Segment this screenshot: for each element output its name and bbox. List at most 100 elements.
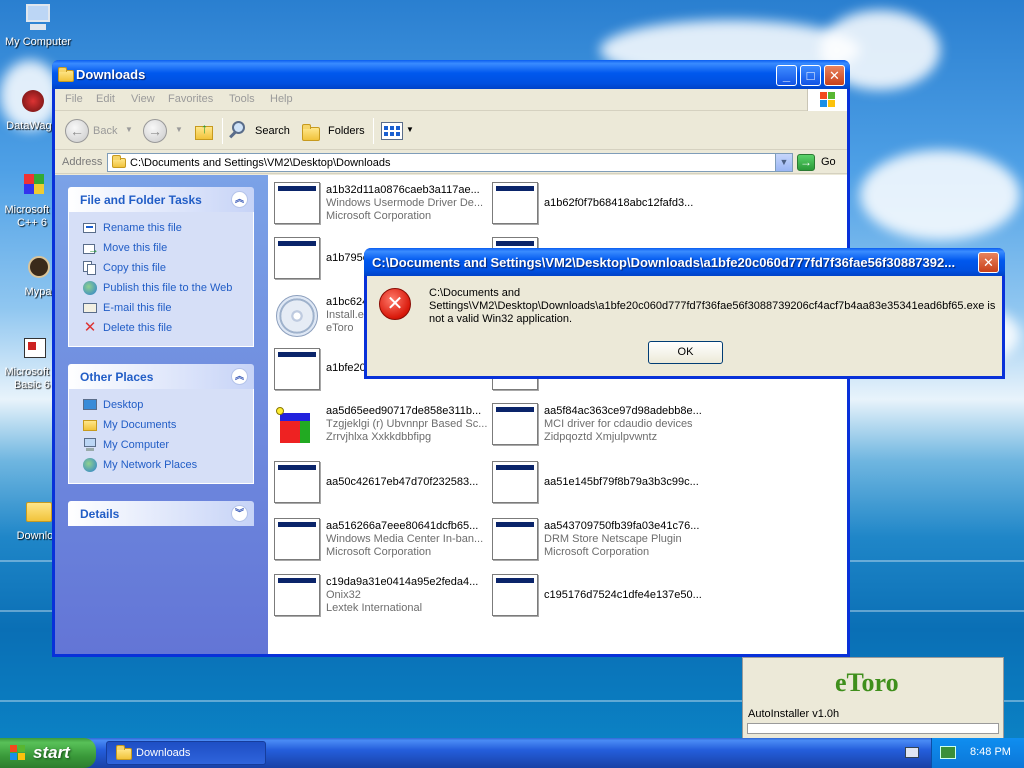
- desktop-icon: [82, 397, 98, 413]
- maximize-button[interactable]: □: [800, 65, 821, 86]
- task-move-file[interactable]: → Move this file: [69, 238, 253, 258]
- datawago-icon: [16, 86, 48, 118]
- application-icon: [492, 182, 538, 224]
- application-icon: [274, 237, 320, 279]
- address-bar: Address C:\Documents and Settings\VM2\De…: [55, 151, 847, 174]
- rename-icon: [82, 220, 98, 236]
- application-icon: [492, 461, 538, 503]
- computer-icon: [82, 437, 98, 453]
- menu-view[interactable]: View: [131, 93, 155, 105]
- folders-icon[interactable]: [302, 124, 320, 141]
- toolbar: ← Back ▼ → ▼ ↑ Search Folders ▼: [55, 112, 847, 150]
- network-globe-icon: [82, 457, 98, 473]
- dialog-title: C:\Documents and Settings\VM2\Desktop\Do…: [372, 255, 956, 270]
- folder-icon: [22, 496, 54, 528]
- windows-flag-icon: [820, 92, 836, 108]
- file-item[interactable]: c19da9a31e0414a95e2feda4... Onix32 Lexte…: [270, 572, 485, 620]
- address-input[interactable]: C:\Documents and Settings\VM2\Desktop\Do…: [107, 153, 793, 172]
- network-icon[interactable]: [940, 746, 956, 759]
- details-panel: Details ︾: [68, 501, 254, 526]
- file-item[interactable]: aa5d65eed90717de858e311b... Tzgjeklgi (r…: [270, 401, 487, 449]
- task-email-file[interactable]: E-mail this file: [69, 298, 253, 318]
- install-progress-bar: [747, 723, 999, 734]
- application-icon: [274, 182, 320, 224]
- file-item[interactable]: a1b62f0f7b68418abc12fafd3...: [488, 180, 703, 228]
- visual-cpp-icon: [16, 170, 48, 202]
- keyboard-icon[interactable]: [905, 747, 919, 758]
- file-list: a1b32d11a0876caeb3a117ae... Windows User…: [268, 175, 847, 654]
- task-delete-file[interactable]: ✕ Delete this file: [69, 318, 253, 338]
- window-titlebar[interactable]: Downloads _ □ ✕: [52, 60, 850, 89]
- file-item[interactable]: aa543709750fb39fa03e41c76... DRM Store N…: [488, 516, 703, 564]
- file-item[interactable]: c195176d7524c1dfe4e137e50...: [488, 572, 703, 620]
- address-label: Address: [62, 156, 103, 168]
- search-button-label[interactable]: Search: [255, 125, 290, 137]
- start-button[interactable]: start: [0, 738, 96, 768]
- details-header[interactable]: Details ︾: [68, 501, 254, 526]
- place-my-network-places[interactable]: My Network Places: [69, 455, 253, 475]
- go-button[interactable]: → Go: [797, 153, 845, 172]
- task-rename-file[interactable]: Rename this file: [69, 218, 253, 238]
- taskbar-item-downloads[interactable]: Downloads: [106, 741, 266, 765]
- windows-logo: [807, 89, 847, 111]
- file-item[interactable]: aa51e145bf79f8b79a3b3c99c...: [488, 459, 703, 507]
- delete-x-icon: ✕: [83, 319, 97, 336]
- forward-arrow-icon[interactable]: →: [143, 119, 167, 143]
- expand-chevron-icon[interactable]: ︾: [231, 505, 248, 522]
- address-value: C:\Documents and Settings\VM2\Desktop\Do…: [130, 157, 391, 169]
- back-dropdown-icon[interactable]: ▼: [125, 125, 133, 134]
- up-folder-icon[interactable]: ↑: [193, 120, 215, 142]
- menu-favorites[interactable]: Favorites: [168, 93, 213, 105]
- back-arrow-icon[interactable]: ←: [65, 119, 89, 143]
- application-icon: [492, 574, 538, 616]
- other-places-header[interactable]: Other Places ︽: [68, 364, 254, 389]
- file-item[interactable]: aa516266a7eee80641dcfb65... Windows Medi…: [270, 516, 485, 564]
- menu-help[interactable]: Help: [270, 93, 293, 105]
- application-icon: [492, 403, 538, 445]
- file-folder-tasks-header[interactable]: File and Folder Tasks ︽: [68, 187, 254, 212]
- task-copy-file[interactable]: Copy this file: [69, 258, 253, 278]
- dialog-close-button[interactable]: ✕: [978, 252, 999, 273]
- go-arrow-icon: →: [797, 154, 815, 171]
- toolbar-separator: [222, 118, 223, 144]
- folders-button-label[interactable]: Folders: [328, 125, 365, 137]
- place-desktop[interactable]: Desktop: [69, 395, 253, 415]
- mypa-icon: [22, 252, 54, 284]
- back-button-label[interactable]: Back: [93, 125, 117, 137]
- collapse-chevron-icon[interactable]: ︽: [231, 368, 248, 385]
- place-my-computer[interactable]: My Computer: [69, 435, 253, 455]
- my-documents-icon: [82, 417, 98, 433]
- clock[interactable]: 8:48 PM: [970, 746, 1011, 758]
- folder-icon: [112, 155, 126, 168]
- dialog-titlebar[interactable]: C:\Documents and Settings\VM2\Desktop\Do…: [364, 248, 1005, 276]
- move-icon: →: [82, 240, 99, 256]
- task-pane: File and Folder Tasks ︽ Rename this file…: [55, 175, 268, 654]
- forward-dropdown-icon[interactable]: ▼: [175, 125, 183, 134]
- task-publish-web[interactable]: Publish this file to the Web: [69, 278, 253, 298]
- application-icon: [274, 461, 320, 503]
- menu-file[interactable]: File: [65, 93, 83, 105]
- address-dropdown-icon[interactable]: ▼: [775, 154, 792, 171]
- close-button[interactable]: ✕: [824, 65, 845, 86]
- folder-icon: [58, 67, 74, 82]
- installer-cube-icon: [276, 407, 318, 447]
- views-icon[interactable]: [381, 122, 403, 140]
- autoinstaller-window: eToro AutoInstaller v1.0h: [742, 657, 1004, 740]
- desktop-icon-my-computer[interactable]: My Computer: [0, 2, 76, 49]
- cloud: [860, 150, 1020, 240]
- menu-edit[interactable]: Edit: [96, 93, 115, 105]
- file-item[interactable]: aa5f84ac363ce97d98adebb8e... MCI driver …: [488, 401, 703, 449]
- error-icon: ✕: [379, 288, 411, 320]
- ok-button[interactable]: OK: [648, 341, 723, 364]
- application-icon: [492, 518, 538, 560]
- menu-tools[interactable]: Tools: [229, 93, 255, 105]
- views-dropdown-icon[interactable]: ▼: [406, 125, 414, 134]
- file-item[interactable]: aa50c42617eb47d70f232583...: [270, 459, 485, 507]
- file-item[interactable]: a1b32d11a0876caeb3a117ae... Windows User…: [270, 180, 485, 228]
- collapse-chevron-icon[interactable]: ︽: [231, 191, 248, 208]
- minimize-button[interactable]: _: [776, 65, 797, 86]
- application-icon: [274, 348, 320, 390]
- autoinstaller-label: AutoInstaller v1.0h: [748, 708, 840, 720]
- place-my-documents[interactable]: My Documents: [69, 415, 253, 435]
- search-icon[interactable]: [228, 120, 250, 142]
